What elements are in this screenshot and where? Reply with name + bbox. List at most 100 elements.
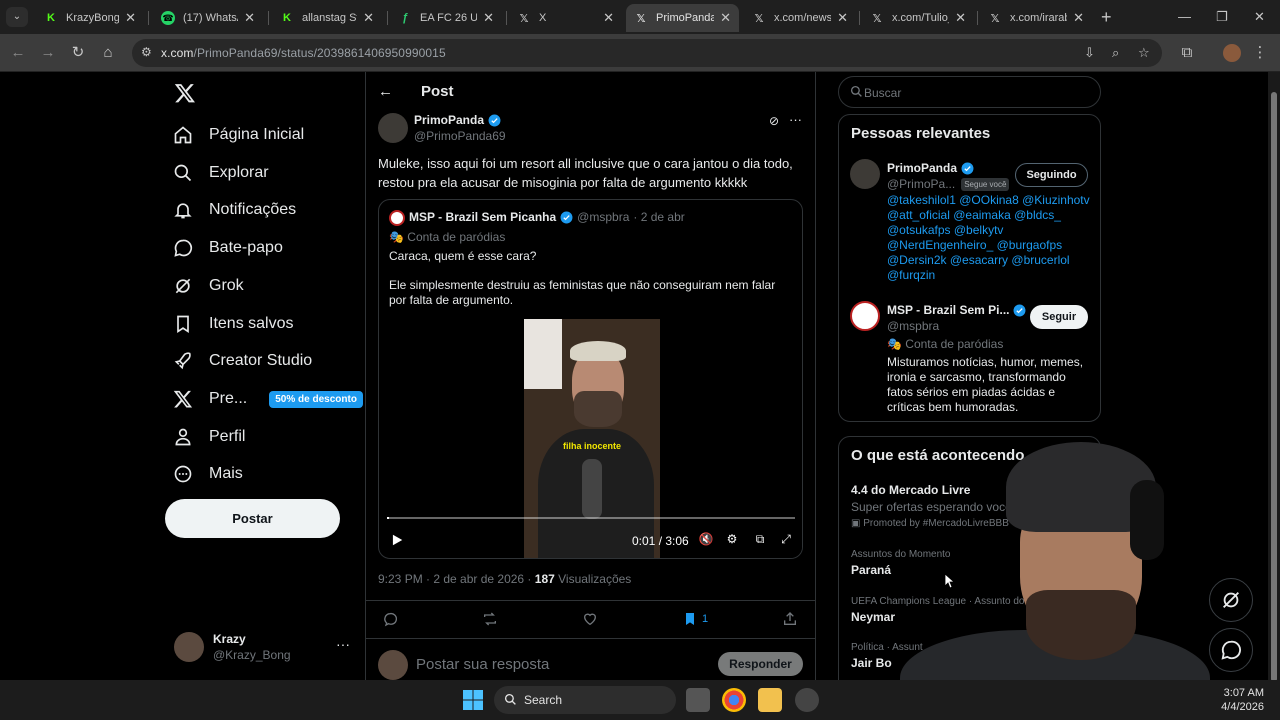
x-logo-icon[interactable] (174, 82, 196, 104)
browser-tab[interactable]: K KrazyBong - ✕ (36, 4, 144, 32)
close-window-button[interactable]: ✕ (1254, 9, 1265, 25)
avatar[interactable] (378, 113, 408, 143)
nav-profile[interactable]: Perfil (172, 422, 245, 452)
mute-icon[interactable]: 🔇 (698, 532, 714, 548)
reply-input[interactable]: Postar sua resposta (416, 656, 549, 673)
task-view-icon[interactable] (686, 688, 710, 712)
heart-icon (583, 613, 597, 626)
account-switcher[interactable]: Krazy @Krazy_Bong ··· (174, 630, 354, 664)
close-tab-icon[interactable]: ✕ (837, 10, 848, 26)
extensions-icon[interactable]: ⧉ (1177, 43, 1197, 63)
play-icon[interactable] (390, 533, 404, 547)
taskbar-search[interactable]: Search (494, 686, 676, 714)
picture-in-picture-icon[interactable]: ⧉ (752, 532, 768, 548)
quoted-post[interactable]: MSP - Brazil Sem Picanha @mspbra · 2 de … (378, 199, 803, 559)
page-scrollbar[interactable] (1268, 72, 1280, 688)
browser-tab[interactable]: ☎ (17) WhatsApp ✕ (153, 4, 263, 32)
address-bar[interactable]: ⚙ x.com/PrimoPanda69/status/203986140695… (132, 39, 1162, 67)
nav-creator-studio[interactable]: Creator Studio (172, 346, 312, 376)
repost-action[interactable] (482, 610, 498, 628)
nav-chat[interactable]: Bate-papo (172, 233, 283, 263)
author-name[interactable]: PrimoPanda (414, 113, 501, 127)
close-tab-icon[interactable]: ✕ (720, 10, 731, 26)
nav-notifications[interactable]: Notificações (172, 195, 296, 225)
tab-title: x.com/Tulio_ (892, 12, 950, 24)
browser-menu-icon[interactable]: ⋮ (1250, 43, 1270, 63)
nav-premium[interactable]: Pre... 50% de desconto (172, 384, 363, 414)
tab-divider (977, 11, 978, 25)
reload-button[interactable]: ↻ (68, 43, 88, 63)
browser-tab-active[interactable]: 𝕏 PrimoPanda ✕ (626, 4, 739, 32)
reply-button[interactable]: Responder (718, 652, 803, 676)
windows-start-icon[interactable] (461, 688, 485, 712)
person-handle[interactable]: @PrimoPa... Segue você (887, 177, 1010, 191)
x-icon: 𝕏 (872, 12, 882, 25)
person-name[interactable]: MSP - Brazil Sem Pi... (887, 303, 1026, 317)
person-icon (172, 426, 194, 448)
forward-button[interactable]: → (38, 43, 58, 63)
nav-grok[interactable]: Grok (172, 271, 244, 301)
video-player[interactable]: filha inocente 0:01 / 3:06 🔇 ⚙ ⧉ ⤢ (380, 319, 802, 558)
chrome-icon[interactable] (722, 688, 746, 712)
grok-fab[interactable] (1209, 578, 1253, 622)
follow-button[interactable]: Seguir (1030, 305, 1088, 329)
bookmark-action[interactable]: 1 (682, 610, 708, 628)
nav-more[interactable]: Mais (172, 459, 243, 489)
bookmark-star-icon[interactable]: ☆ (1138, 45, 1150, 61)
back-button[interactable]: ← (8, 43, 28, 63)
browser-tab[interactable]: 𝕏 x.com/Tulio_ ✕ (862, 4, 974, 32)
steam-icon[interactable] (795, 688, 819, 712)
video-progress-bar[interactable] (387, 517, 795, 519)
zoom-icon[interactable]: ⌕ (1112, 45, 1119, 61)
person-name[interactable]: PrimoPanda (887, 161, 974, 175)
bookmark-filled-icon (686, 613, 694, 625)
home-button[interactable]: ⌂ (98, 43, 118, 63)
file-explorer-icon[interactable] (758, 688, 782, 712)
settings-gear-icon[interactable]: ⚙ (724, 532, 740, 548)
browser-tab[interactable]: K allanstag Stre ✕ (272, 4, 382, 32)
nav-label: Perfil (209, 428, 246, 445)
person-mentions[interactable]: @takeshilol1 @OOkina8 @Kiuzinhotv @att_o… (887, 193, 1097, 283)
close-tab-icon[interactable]: ✕ (125, 10, 136, 26)
avatar[interactable] (850, 301, 880, 331)
kick-icon: K (47, 12, 55, 24)
close-tab-icon[interactable]: ✕ (483, 10, 494, 26)
browser-tab[interactable]: 𝕏 X ✕ (509, 4, 622, 32)
browser-tab[interactable]: 𝕏 x.com/irarab ✕ (980, 4, 1092, 32)
fullscreen-icon[interactable]: ⤢ (778, 532, 794, 548)
grok-icon[interactable]: ⊘ (769, 114, 779, 128)
profile-avatar[interactable] (1223, 44, 1241, 62)
tab-title: x.com/newsta (774, 12, 832, 24)
close-tab-icon[interactable]: ✕ (955, 10, 966, 26)
messages-fab[interactable] (1209, 628, 1253, 672)
more-options-icon[interactable]: ··· (789, 112, 802, 127)
minimize-button[interactable]: — (1178, 9, 1191, 24)
search-icon (172, 162, 194, 184)
avatar[interactable] (850, 159, 880, 189)
author-handle[interactable]: @PrimoPanda69 (414, 129, 506, 143)
search-input[interactable]: Buscar (838, 76, 1101, 108)
browser-tab[interactable]: 𝕏 x.com/newsta ✕ (744, 4, 856, 32)
install-app-icon[interactable]: ⇩ (1084, 45, 1095, 61)
system-clock[interactable]: 3:07 AM 4/4/2026 (1214, 686, 1264, 714)
like-action[interactable] (582, 610, 598, 628)
new-tab-button[interactable]: + (1101, 8, 1112, 26)
nav-bookmarks[interactable]: Itens salvos (172, 309, 293, 339)
close-tab-icon[interactable]: ✕ (244, 10, 255, 26)
site-info-icon[interactable]: ⚙ (141, 45, 152, 59)
nav-explore[interactable]: Explorar (172, 158, 269, 188)
post-button[interactable]: Postar (165, 499, 340, 538)
close-tab-icon[interactable]: ✕ (603, 10, 614, 26)
following-button[interactable]: Seguindo (1015, 163, 1088, 187)
browser-tab[interactable]: ƒ EA FC 26 Ulti ✕ (390, 4, 502, 32)
close-tab-icon[interactable]: ✕ (363, 10, 374, 26)
share-action[interactable] (782, 610, 798, 628)
restore-button[interactable]: ❐ (1216, 9, 1228, 25)
tab-search-dropdown[interactable]: ⌄ (6, 7, 28, 27)
post-timestamp[interactable]: 9:23 PM · 2 de abr de 2026 · (378, 572, 535, 586)
close-tab-icon[interactable]: ✕ (1073, 10, 1084, 26)
nav-home[interactable]: Página Inicial (172, 120, 304, 150)
reply-action[interactable] (382, 610, 398, 628)
person-handle[interactable]: @mspbra (887, 319, 939, 333)
back-arrow-icon[interactable]: ← (378, 83, 393, 100)
